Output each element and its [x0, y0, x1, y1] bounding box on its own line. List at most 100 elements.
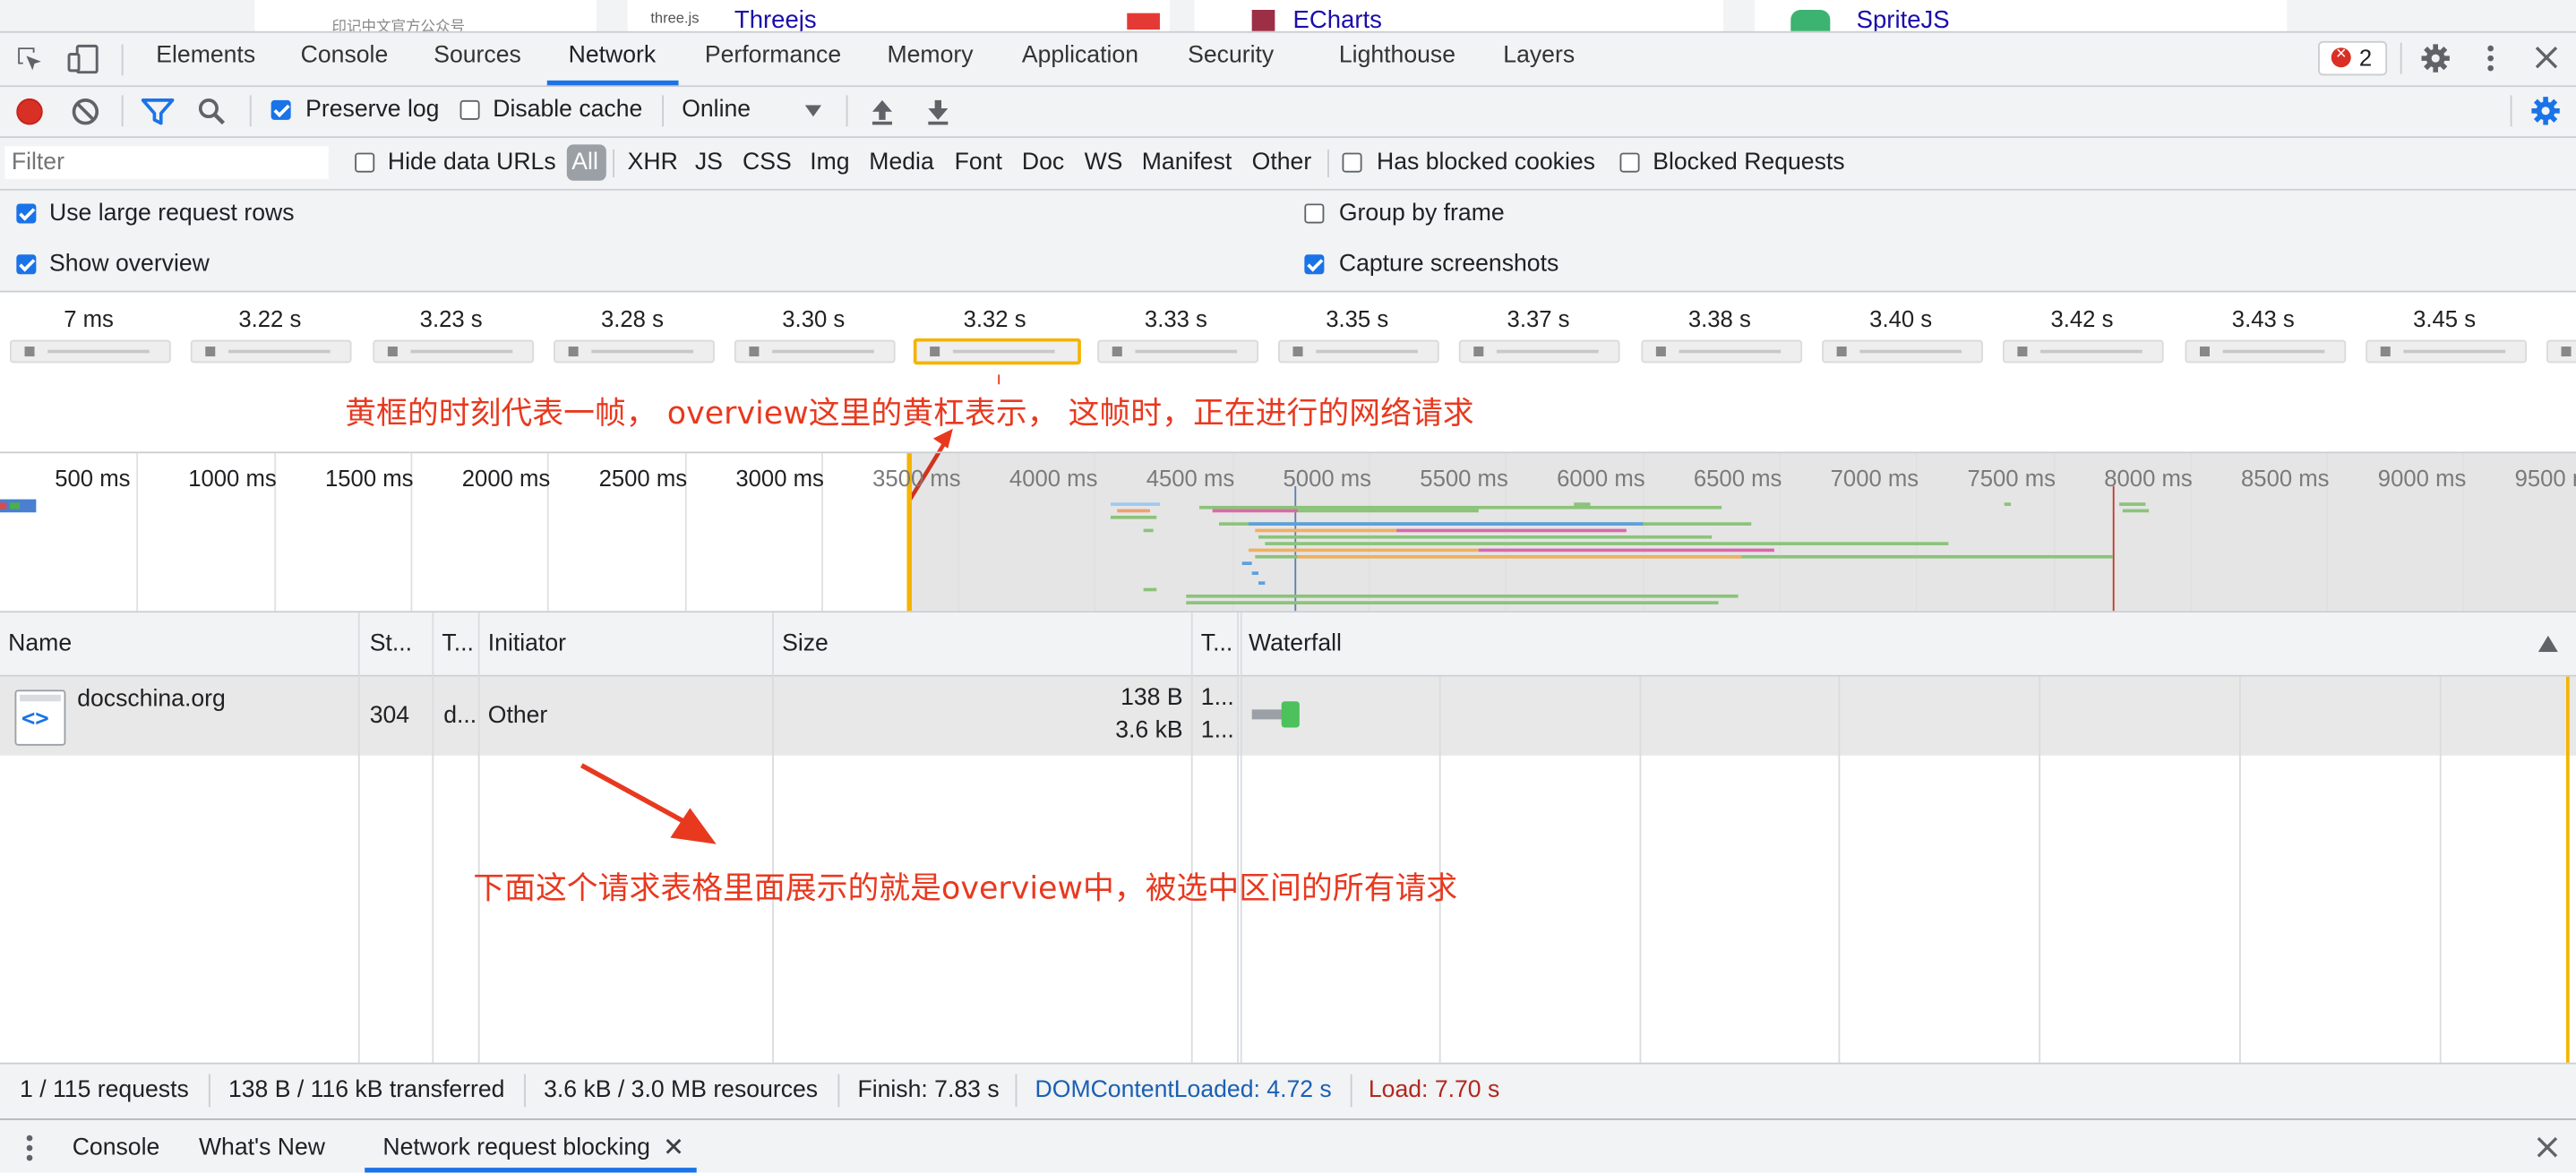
col-name-header[interactable]: Name — [8, 630, 72, 656]
preserve-log-checkbox[interactable] — [270, 99, 291, 120]
search-icon[interactable] — [197, 97, 227, 126]
show-overview-checkbox[interactable] — [16, 254, 37, 275]
export-har-icon[interactable] — [925, 97, 951, 126]
tab-layers[interactable]: Layers — [1503, 43, 1575, 69]
annotation-table-note: 下面这个请求表格里面展示的就是overview中，被选中区间的所有请求 — [473, 870, 1458, 907]
frame-thumbnail[interactable] — [1822, 339, 1983, 364]
frame-thumbnail[interactable] — [1278, 339, 1439, 364]
inspect-element-icon[interactable] — [15, 45, 45, 74]
frame-thumbnail[interactable] — [2546, 339, 2576, 364]
overview-tick-label: 5500 ms — [1420, 465, 1508, 492]
col-status-header[interactable]: St... — [370, 630, 412, 656]
frame-thumbnail[interactable] — [734, 339, 896, 364]
frame-thumbnail[interactable] — [2366, 339, 2527, 364]
hide-data-urls-checkbox[interactable] — [355, 152, 375, 173]
close-drawer-icon[interactable] — [2537, 1136, 2558, 1158]
frame-time-label: 7 ms — [64, 305, 114, 332]
type-filter-xhr[interactable]: XHR — [628, 150, 678, 176]
row-size-transferred: 138 B — [1121, 684, 1183, 712]
type-filter-all[interactable]: All — [566, 144, 606, 181]
filter-input[interactable]: Filter — [4, 146, 329, 179]
overview-request-bar — [2119, 502, 2146, 506]
col-size-header[interactable]: Size — [782, 630, 829, 656]
page-tab-threejs-small[interactable]: three.js — [650, 10, 699, 26]
tab-application[interactable]: Application — [1022, 43, 1138, 69]
filter-placeholder: Filter — [11, 149, 64, 176]
error-counter[interactable]: × 2 — [2318, 40, 2388, 76]
tab-elements[interactable]: Elements — [156, 43, 255, 69]
type-filter-other[interactable]: Other — [1252, 150, 1312, 176]
clear-icon[interactable] — [71, 97, 100, 126]
overview-request-bar — [1117, 509, 1150, 513]
type-filter-doc[interactable]: Doc — [1022, 150, 1064, 176]
sort-ascending-icon[interactable] — [2537, 635, 2558, 653]
type-filter-ws[interactable]: WS — [1085, 150, 1123, 176]
more-options-icon[interactable] — [2482, 43, 2498, 74]
overview-timeline[interactable]: 500 ms 1000 ms 1500 ms 2000 ms 2500 ms 3000 m… — [0, 453, 2576, 612]
threejs-logo-icon — [1127, 13, 1160, 30]
close-tab-icon[interactable] — [665, 1138, 682, 1154]
frame-thumbnail[interactable] — [912, 338, 1080, 365]
overview-tick-label: 8000 ms — [2104, 465, 2193, 492]
frame-thumbnail[interactable] — [1459, 339, 1621, 364]
frame-thumbnail[interactable] — [1640, 339, 1802, 364]
import-har-icon[interactable] — [869, 97, 895, 126]
chevron-down-icon — [804, 105, 822, 117]
settings-gear-icon[interactable] — [2420, 43, 2451, 74]
frame-thumbnail[interactable] — [1096, 339, 1258, 364]
tab-security[interactable]: Security — [1188, 43, 1274, 69]
frame-thumbnail[interactable] — [10, 339, 171, 364]
page-strip: 印记中文官方公众号 three.js Threejs ECharts Sprit… — [0, 0, 2576, 35]
tab-performance[interactable]: Performance — [705, 43, 841, 69]
group-by-frame-checkbox[interactable] — [1304, 203, 1325, 224]
overview-tick-label: 8500 ms — [2241, 465, 2330, 492]
frame-time-label: 3.23 s — [419, 305, 483, 332]
close-devtools-icon[interactable] — [2535, 46, 2558, 69]
col-type-header[interactable]: T... — [442, 630, 473, 656]
throttling-select[interactable]: Online — [670, 90, 828, 130]
network-settings-gear-icon[interactable] — [2530, 95, 2562, 126]
drawer-menu-icon[interactable] — [21, 1134, 38, 1163]
type-filter-css[interactable]: CSS — [743, 150, 792, 176]
row-status: 304 — [369, 703, 410, 730]
tab-console[interactable]: Console — [301, 43, 389, 69]
type-filter-media[interactable]: Media — [869, 150, 933, 176]
drawer-tab-console[interactable]: Console — [73, 1134, 160, 1160]
device-toolbar-icon[interactable] — [65, 43, 101, 76]
tab-network[interactable]: Network — [569, 43, 657, 69]
drawer-tab-whats-new[interactable]: What's New — [199, 1134, 325, 1160]
type-filter-font[interactable]: Font — [955, 150, 1002, 176]
tab-lighthouse[interactable]: Lighthouse — [1339, 43, 1455, 69]
capture-screenshots-checkbox[interactable] — [1304, 254, 1325, 275]
frame-thumbnail[interactable] — [191, 339, 353, 364]
page-tab-echarts[interactable]: ECharts — [1293, 6, 1382, 34]
disable-cache-checkbox[interactable] — [459, 99, 480, 120]
row-name[interactable]: docschina.org — [77, 687, 226, 713]
status-finish: Finish: 7.83 s — [857, 1077, 1000, 1104]
filter-icon[interactable] — [141, 97, 175, 126]
row-time: 1... — [1200, 684, 1234, 712]
col-initiator-header[interactable]: Initiator — [488, 630, 566, 656]
tab-sources[interactable]: Sources — [434, 43, 521, 69]
large-rows-checkbox[interactable] — [16, 203, 37, 224]
frame-thumbnail[interactable] — [553, 339, 715, 364]
frame-thumbnail[interactable] — [372, 339, 534, 364]
record-icon[interactable] — [16, 98, 43, 125]
frame-thumbnail[interactable] — [2003, 339, 2165, 364]
devtools-window: 印记中文官方公众号 three.js Threejs ECharts Sprit… — [0, 0, 2576, 1173]
col-waterfall-header[interactable]: Waterfall — [1249, 630, 1342, 656]
drawer-tab-request-blocking[interactable]: Network request blocking — [382, 1134, 650, 1160]
blocked-requests-checkbox[interactable] — [1619, 152, 1640, 173]
type-filter-img[interactable]: Img — [810, 150, 849, 176]
frame-thumbnail[interactable] — [2184, 339, 2346, 364]
overview-tick-label: 2000 ms — [461, 465, 551, 492]
page-tab-threejs[interactable]: Threejs — [734, 6, 817, 34]
type-filter-js[interactable]: JS — [695, 150, 723, 176]
overview-request-bar — [1143, 528, 1154, 533]
tab-memory[interactable]: Memory — [887, 43, 973, 69]
has-blocked-cookies-checkbox[interactable] — [1342, 152, 1362, 173]
overview-request-bar — [1241, 561, 1252, 565]
page-tab-spritejs[interactable]: SpriteJS — [1857, 6, 1950, 34]
type-filter-manifest[interactable]: Manifest — [1142, 150, 1232, 176]
col-time-header[interactable]: T... — [1201, 630, 1232, 656]
